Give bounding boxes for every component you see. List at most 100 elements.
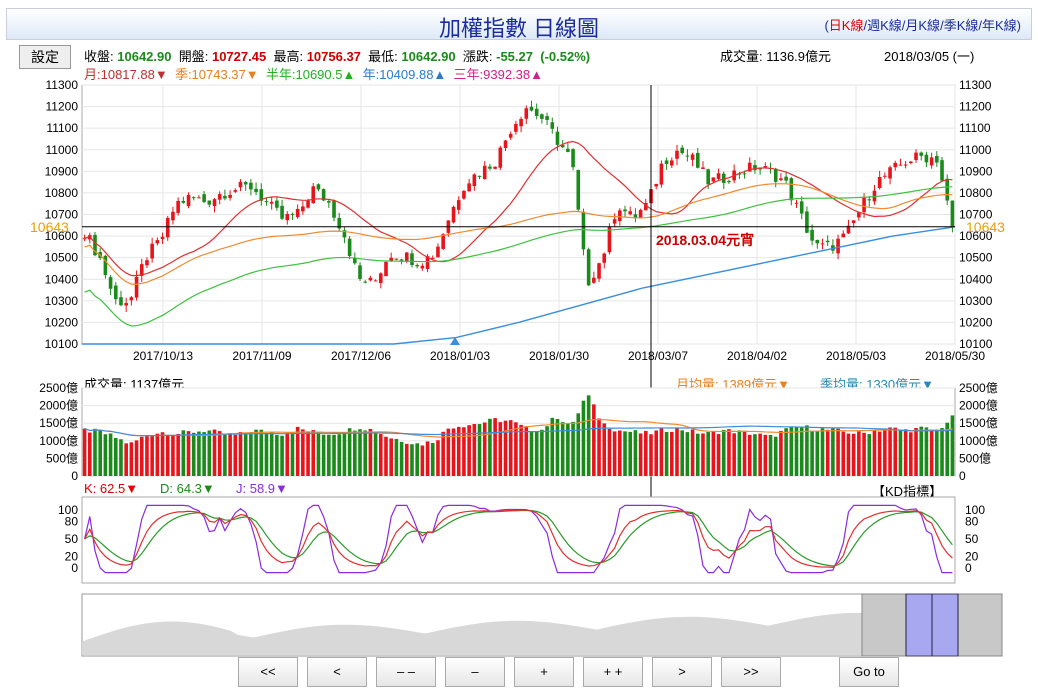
volume-bar — [410, 444, 414, 476]
candle — [113, 285, 118, 300]
volume-bar — [482, 422, 487, 476]
y-tick-left: 10300 — [45, 294, 79, 308]
volume-bar — [404, 443, 409, 476]
volume-bar — [877, 431, 882, 476]
candle — [290, 213, 295, 215]
volume-bar — [129, 442, 134, 476]
candle — [202, 194, 206, 202]
candle — [545, 116, 549, 120]
y-tick-right: 10500 — [959, 251, 993, 265]
volume-bar — [353, 430, 357, 476]
volume-bar — [249, 432, 253, 476]
volume-bar — [212, 429, 217, 476]
zoom-out-button[interactable]: – — [445, 657, 505, 687]
volume-bar — [893, 427, 898, 476]
volume-bar — [321, 434, 326, 476]
volume-bar — [711, 431, 716, 476]
y-tick-left: 11000 — [46, 143, 79, 157]
volume-bar — [119, 439, 123, 476]
volume-bar — [607, 428, 612, 476]
chart-canvas[interactable]: 11300 11300 11200 11200 11100 11100 11000 11000… — [0, 0, 1038, 698]
volume-bar — [280, 435, 284, 476]
x-tick: 2017/11/09 — [232, 349, 291, 363]
volume-bar — [550, 417, 555, 476]
prev-button[interactable]: < — [307, 657, 367, 687]
candle — [165, 217, 170, 238]
candle — [597, 263, 601, 279]
volume-bar — [857, 431, 861, 476]
volume-bar — [690, 429, 695, 476]
volume-bar — [514, 422, 518, 476]
volume-bar — [867, 434, 872, 476]
candle — [119, 297, 123, 306]
volume-bar — [327, 434, 331, 476]
candle — [566, 148, 570, 152]
volume-bar — [612, 431, 617, 476]
volume-bar — [389, 438, 393, 476]
candle — [763, 166, 768, 168]
volume-bar — [914, 427, 918, 476]
candle — [877, 177, 882, 188]
zoom-in-button[interactable]: + — [514, 657, 574, 687]
volume-bar — [233, 434, 238, 476]
volume-bar — [394, 438, 399, 476]
first-button[interactable]: << — [238, 657, 298, 687]
volume-bar — [929, 429, 934, 476]
candle — [711, 177, 716, 182]
kd-y-tick-right: 0 — [965, 561, 972, 575]
candle — [805, 211, 809, 233]
candle — [841, 233, 846, 238]
next-button[interactable]: > — [652, 657, 712, 687]
volume-bar — [311, 430, 316, 476]
volume-bar — [82, 428, 87, 476]
volume-bar — [851, 433, 856, 476]
volume-bar — [139, 436, 144, 476]
candle — [269, 201, 274, 204]
volume-y-tick-left: 500億 — [46, 451, 78, 465]
volume-bar — [763, 434, 768, 476]
candle — [498, 147, 503, 168]
candle — [249, 182, 253, 190]
volume-bar — [160, 432, 165, 476]
volume-bar — [275, 434, 279, 476]
candle — [914, 152, 918, 160]
last-button[interactable]: >> — [721, 657, 781, 687]
candle — [160, 236, 165, 240]
zoom-in-more-button[interactable]: + + — [583, 657, 643, 687]
volume-bar — [909, 432, 913, 476]
volume-bar — [217, 431, 222, 476]
candle — [514, 123, 518, 132]
candle — [217, 194, 222, 200]
candle — [716, 173, 721, 179]
candle — [680, 147, 684, 154]
candle — [540, 114, 544, 119]
volume-bar — [784, 428, 788, 476]
candle — [550, 122, 555, 129]
y-tick-left: 10900 — [45, 164, 79, 178]
zoom-out-more-button[interactable]: – – — [376, 657, 436, 687]
volume-bar — [659, 428, 664, 476]
volume-bar — [633, 430, 638, 476]
volume-bar — [805, 425, 809, 476]
volume-bar — [586, 395, 591, 476]
volume-bar — [441, 431, 445, 476]
candle — [155, 240, 160, 244]
volume-bar — [342, 433, 347, 476]
goto-button[interactable]: Go to — [839, 657, 899, 687]
candle — [924, 154, 929, 163]
volume-bar — [223, 434, 227, 476]
volume-bar — [773, 436, 778, 476]
volume-bar — [108, 433, 113, 476]
volume-bar — [825, 429, 830, 476]
candle — [893, 162, 898, 168]
volume-bar — [768, 434, 773, 476]
candle — [773, 168, 778, 182]
candle — [742, 173, 747, 175]
x-tick: 2017/12/06 — [331, 349, 391, 363]
candle — [238, 181, 243, 188]
volume-y-tick-right: 0 — [959, 469, 966, 483]
volume-bar — [290, 432, 295, 476]
candle — [675, 150, 679, 159]
volume-bar — [581, 400, 586, 476]
volume-bar — [883, 429, 887, 476]
